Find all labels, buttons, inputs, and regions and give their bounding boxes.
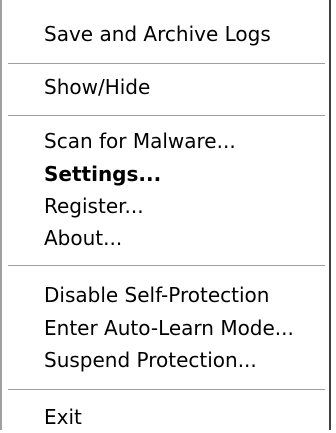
menu-item-enter-auto-learn-mode[interactable]: Enter Auto-Learn Mode... — [2, 312, 329, 344]
menu-item-save-and-archive-logs[interactable]: Save and Archive Logs — [2, 18, 329, 50]
menu-item-settings[interactable]: Settings... — [2, 158, 329, 190]
menu-item-show-hide[interactable]: Show/Hide — [2, 71, 329, 103]
menu-item-scan-for-malware[interactable]: Scan for Malware... — [2, 125, 329, 157]
menu-item-disable-self-protection[interactable]: Disable Self-Protection — [2, 279, 329, 311]
menu-item-suspend-protection[interactable]: Suspend Protection... — [2, 344, 329, 376]
menu-item-exit[interactable]: Exit — [2, 401, 329, 433]
menu-item-about[interactable]: About... — [2, 222, 329, 254]
menu-item-register[interactable]: Register... — [2, 190, 329, 222]
menu-separator — [8, 389, 325, 391]
menu-separator — [8, 265, 325, 267]
context-menu: Save and Archive Logs Show/Hide Scan for… — [0, 0, 331, 430]
menu-separator — [8, 63, 325, 65]
menu-separator — [8, 115, 325, 117]
